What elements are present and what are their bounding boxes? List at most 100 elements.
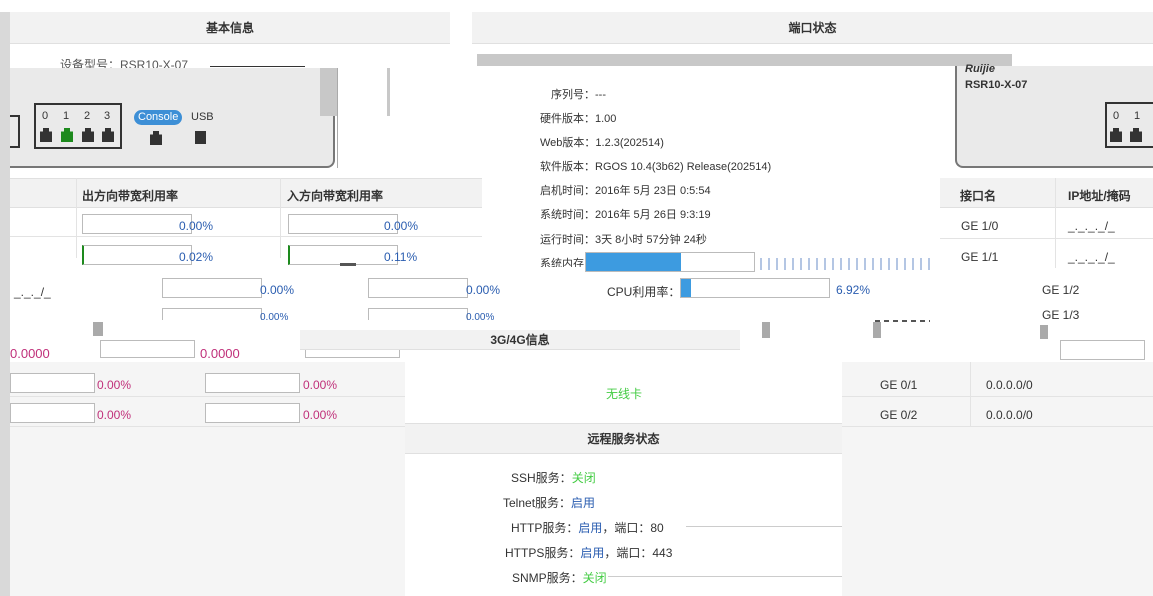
- device-panel-highlight: [337, 68, 387, 168]
- model-underline: [210, 66, 305, 67]
- iface-row-4-name: GE 1/3: [1042, 308, 1080, 319]
- device-info-frame: [477, 54, 1012, 66]
- in-bar-row-3: [368, 278, 468, 298]
- lower-left-panel: [10, 362, 405, 596]
- web-row: Web版本：1.2.3(202514): [540, 134, 664, 150]
- out-pct-row-2: 0.02%: [179, 250, 214, 264]
- uptime-label: 运行时间：: [540, 234, 595, 246]
- magenta-in-pct-2: 0.00%: [303, 408, 338, 422]
- grid-line: [280, 178, 281, 258]
- in-bar-row-1: [288, 214, 398, 234]
- mem-bar: [585, 252, 755, 272]
- port-status-title: 端口状态: [788, 21, 837, 35]
- systime-value: 2016年 5月 26日 9:3:19: [595, 209, 711, 221]
- http-value: 启用: [578, 521, 603, 535]
- iface-lower-row-2-ip: 0.0.0.0/0: [986, 408, 1033, 422]
- port-number-2: 2: [84, 110, 91, 122]
- basic-info-header: 基本信息: [10, 12, 450, 44]
- out-pct-row-3: 0.00%: [260, 283, 295, 297]
- http-label: HTTP服务：: [511, 521, 579, 535]
- in-bar-row-2: [288, 245, 398, 265]
- remote-title: 远程服务状态: [587, 432, 660, 446]
- grid-line: [76, 178, 77, 258]
- serial-label: 序列号：: [551, 89, 595, 101]
- telnet-label: Telnet服务：: [503, 496, 572, 510]
- port-status-header: 端口状态: [472, 12, 1153, 44]
- console-label: Console: [138, 111, 179, 123]
- out-bar-row-2: [82, 245, 192, 265]
- port-number-0: 0: [42, 110, 49, 122]
- snmp-label: SNMP服务：: [512, 571, 583, 585]
- header-gap: [450, 12, 472, 60]
- sw-label: 软件版本：: [540, 161, 595, 173]
- dashed-marker: [875, 320, 930, 322]
- iface-lower-row-1-ip: 0.0.0.0/0: [986, 378, 1033, 392]
- grey-marker: [93, 322, 103, 336]
- sw-value: RGOS 10.4(3b62) Release(202514): [595, 161, 772, 173]
- telnet-row: Telnet服务：启用: [503, 494, 595, 511]
- out-pct-row-1: 0.00%: [179, 219, 214, 233]
- grid-line: [842, 396, 1153, 397]
- partial-magenta-1: 0.0000: [10, 346, 50, 360]
- grey-block: [762, 322, 770, 338]
- magenta-bar-a: [100, 340, 195, 358]
- out-bar-row-1: [82, 214, 192, 234]
- model-text: 设备型号：RSR10-X-07: [60, 58, 189, 68]
- ssh-row: SSH服务：关闭: [511, 469, 596, 486]
- mem-bar-tail: [760, 258, 930, 270]
- https-extra: ，端口：443: [604, 546, 673, 560]
- in-bandwidth-header: 入方向带宽利用率: [287, 189, 384, 203]
- cpu-label: CPU利用率：: [607, 285, 681, 299]
- brand-model: RSR10-X-07: [965, 79, 1028, 91]
- cpu-pct: 6.92%: [836, 283, 871, 297]
- magenta-bracket: [1060, 340, 1145, 360]
- iface-row-1-ip: _._._._/_: [1068, 219, 1115, 233]
- http-underline: [686, 526, 842, 527]
- https-value: 启用: [580, 546, 605, 560]
- iface-row-1-name: GE 1/0: [961, 219, 999, 233]
- https-label: HTTPS服务：: [505, 546, 581, 560]
- in-pct-row-1: 0.00%: [384, 219, 419, 233]
- usb-label: USB: [191, 111, 214, 123]
- grid-line: [842, 426, 1153, 427]
- magenta-out-pct-1: 0.00%: [97, 378, 132, 392]
- bandwidth-header-row: [10, 178, 482, 208]
- hw-value: 1.00: [595, 113, 617, 125]
- out-pct-row-4: 0.00%: [260, 312, 289, 322]
- serial-value: ---: [595, 89, 606, 101]
- boot-row: 启机时间：2016年 5月 23日 0:5:54: [540, 182, 711, 198]
- magenta-out-bar-1: [10, 373, 95, 393]
- grid-line: [940, 238, 1153, 239]
- hw-label: 硬件版本：: [540, 113, 595, 125]
- port-stub-left: [10, 115, 20, 148]
- grey-block: [873, 322, 881, 338]
- iface-ip-header: IP地址/掩码: [1068, 189, 1131, 203]
- iface-lower-row-1-name: GE 0/1: [880, 378, 918, 392]
- sw-row: 软件版本：RGOS 10.4(3b62) Release(202514): [540, 158, 771, 174]
- right-port-number-0: 0: [1113, 110, 1120, 122]
- http-extra: ，端口：80: [602, 521, 664, 535]
- web-value: 1.2.3(202514): [595, 137, 664, 149]
- magenta-in-bar-2: [205, 403, 300, 423]
- telnet-value: 启用: [571, 496, 596, 510]
- in-pct-row-3: 0.00%: [466, 283, 501, 297]
- cpu-bar-fill: [681, 279, 692, 297]
- usb-port-icon[interactable]: [195, 131, 206, 144]
- g34-value: 无线卡: [606, 387, 643, 401]
- magenta-out-bar-2: [10, 403, 95, 423]
- boot-label: 启机时间：: [540, 185, 595, 197]
- iface-name-header: 接口名: [960, 189, 997, 203]
- lower-right-panel: [842, 362, 1153, 596]
- console-badge: Console: [134, 110, 183, 125]
- in-pct-row-2: 0.11%: [384, 250, 418, 264]
- iface-row-3-name: GE 1/2: [1042, 283, 1080, 297]
- uptime-value: 3天 8小时 57分钟 24秒: [595, 234, 707, 246]
- top-border: [0, 0, 1153, 12]
- cpu-bar: [680, 278, 830, 298]
- snmp-row: SNMP服务：关闭: [512, 569, 607, 586]
- partial-magenta-2: 0.0000: [200, 346, 240, 360]
- snmp-underline: [608, 576, 842, 577]
- partial-left-text: _._._/_: [14, 285, 51, 299]
- out-bar-row-4: [162, 308, 262, 320]
- basic-info-title: 基本信息: [205, 21, 254, 35]
